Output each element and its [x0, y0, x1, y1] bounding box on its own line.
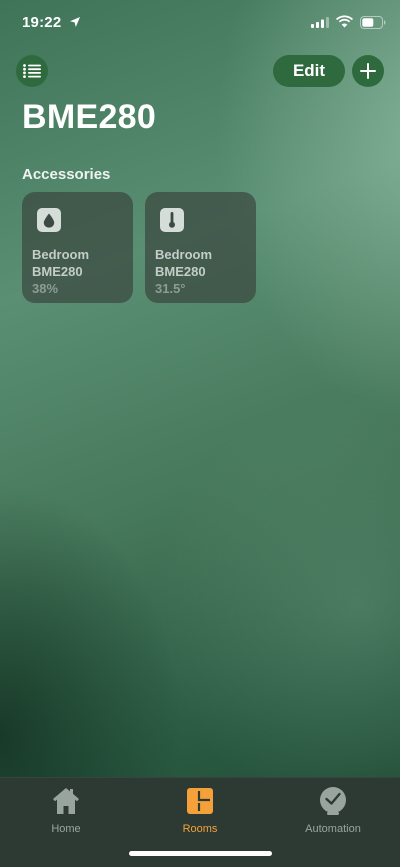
accessory-room: Bedroom	[155, 247, 213, 262]
page-title: BME280	[22, 98, 157, 136]
section-title-accessories: Accessories	[22, 166, 111, 183]
add-button[interactable]	[352, 55, 384, 87]
status-time: 19:22	[22, 14, 62, 31]
accessory-name: BME280	[32, 264, 83, 279]
accessory-name: BME280	[155, 264, 206, 279]
list-icon	[23, 64, 41, 78]
accessory-value: 31.5°	[155, 281, 186, 296]
tab-label: Rooms	[182, 823, 218, 835]
humidity-drop-icon	[43, 213, 55, 228]
tab-rooms[interactable]: Rooms	[150, 786, 250, 835]
home-indicator[interactable]	[129, 851, 272, 856]
rooms-icon	[187, 788, 213, 814]
tab-automation[interactable]: Automation	[283, 786, 383, 835]
accessory-room: Bedroom	[32, 247, 90, 262]
thermometer-icon	[169, 212, 175, 228]
wifi-icon	[336, 15, 353, 28]
home-icon	[53, 788, 79, 814]
list-button[interactable]	[16, 55, 48, 87]
accessory-tile-temperature[interactable]: Bedroom BME280 31.5°	[145, 192, 256, 303]
status-bar: 19:22	[0, 0, 400, 46]
battery-icon	[360, 16, 386, 29]
tab-home[interactable]: Home	[16, 786, 116, 835]
location-arrow-icon	[70, 17, 80, 27]
plus-icon	[360, 63, 376, 79]
automation-clock-icon	[320, 787, 346, 815]
accessory-value: 38%	[32, 281, 59, 296]
cellular-signal-icon	[311, 17, 329, 28]
accessory-tile-humidity[interactable]: Bedroom BME280 38%	[22, 192, 133, 303]
tab-label: Home	[51, 823, 81, 835]
edit-button[interactable]: Edit	[273, 55, 345, 87]
tab-label: Automation	[305, 823, 361, 835]
